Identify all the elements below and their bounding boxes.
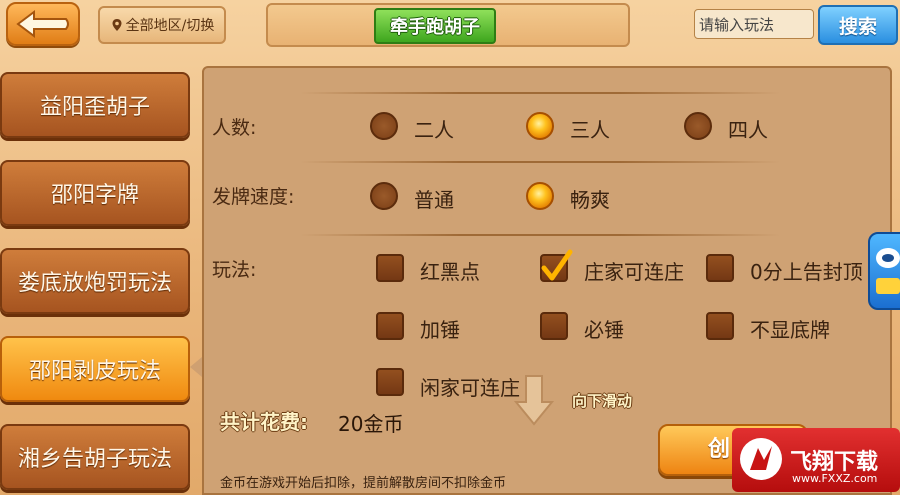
option-four-players: 四人 — [728, 118, 768, 142]
rule-banker-continue: 庄家可连庄 — [584, 260, 684, 284]
rule-must-hammer: 必锤 — [584, 318, 624, 342]
cost-value: 20金币 — [338, 412, 404, 436]
watermark-logo: 飞翔下载 www.FXXZ.com — [732, 428, 900, 492]
checkmark-icon — [541, 249, 573, 281]
rule-add-hammer: 加锤 — [420, 318, 460, 342]
players-label: 人数: — [212, 117, 257, 139]
option-speed-normal: 普通 — [414, 188, 454, 212]
region-label: 全部地区/切换 — [125, 18, 215, 34]
checkbox-zero-cap[interactable] — [706, 254, 734, 282]
rule-zero-cap: 0分上告封顶 — [750, 260, 862, 284]
radio-four-players[interactable] — [684, 112, 712, 140]
radio-speed-normal[interactable] — [370, 182, 398, 210]
deal-speed-label: 发牌速度: — [212, 186, 295, 208]
rule-red-black: 红黑点 — [420, 260, 480, 284]
radio-three-players[interactable] — [526, 112, 554, 140]
active-pointer — [190, 357, 202, 377]
checkbox-must-hammer[interactable] — [540, 312, 568, 340]
side-promo-icon[interactable] — [868, 232, 900, 310]
scroll-hint: 向下滑动 — [572, 392, 633, 410]
radio-two-players[interactable] — [370, 112, 398, 140]
rule-idle-continue: 闲家可连庄 — [420, 376, 520, 400]
sidebar-item-xiangxiang[interactable]: 湘乡告胡子玩法 — [0, 424, 190, 490]
checkbox-banker-continue[interactable] — [540, 249, 573, 282]
watermark-url: www.FXXZ.com — [792, 472, 878, 485]
game-title: 牵手跑胡子 — [374, 8, 496, 44]
checkbox-red-black[interactable] — [376, 254, 404, 282]
cost-label: 共计花费: — [220, 410, 308, 434]
watermark-emblem-icon — [740, 438, 782, 480]
back-arrow-icon — [16, 10, 69, 38]
radio-speed-smooth[interactable] — [526, 182, 554, 210]
location-pin-icon — [112, 19, 122, 31]
checkbox-idle-continue[interactable] — [376, 368, 404, 396]
search-button[interactable]: 搜索 — [818, 5, 898, 45]
option-speed-smooth: 畅爽 — [570, 188, 610, 212]
back-button[interactable] — [6, 2, 80, 46]
checkbox-hide-bottom[interactable] — [706, 312, 734, 340]
option-two-players: 二人 — [414, 118, 454, 142]
divider — [300, 92, 780, 94]
search-input[interactable]: 请输入玩法 — [694, 9, 814, 39]
sidebar-item-loudi[interactable]: 娄底放炮罚玩法 — [0, 248, 190, 314]
rule-hide-bottom: 不显底牌 — [750, 318, 830, 342]
region-switch-button[interactable]: 全部地区/切换 — [98, 6, 226, 44]
cost-note: 金币在游戏开始后扣除，提前解散房间不扣除金币 — [220, 476, 507, 491]
divider — [300, 234, 780, 236]
sidebar-item-yiyang[interactable]: 益阳歪胡子 — [0, 72, 190, 138]
sidebar-item-shaoyang-bopi[interactable]: 邵阳剥皮玩法 — [0, 336, 190, 402]
mascot-icon — [876, 248, 900, 294]
rules-label: 玩法: — [212, 259, 257, 281]
divider — [300, 161, 780, 163]
option-three-players: 三人 — [570, 118, 610, 142]
sidebar-item-shaoyang-zipai[interactable]: 邵阳字牌 — [0, 160, 190, 226]
checkbox-add-hammer[interactable] — [376, 312, 404, 340]
scroll-down-arrow-icon — [514, 375, 554, 426]
